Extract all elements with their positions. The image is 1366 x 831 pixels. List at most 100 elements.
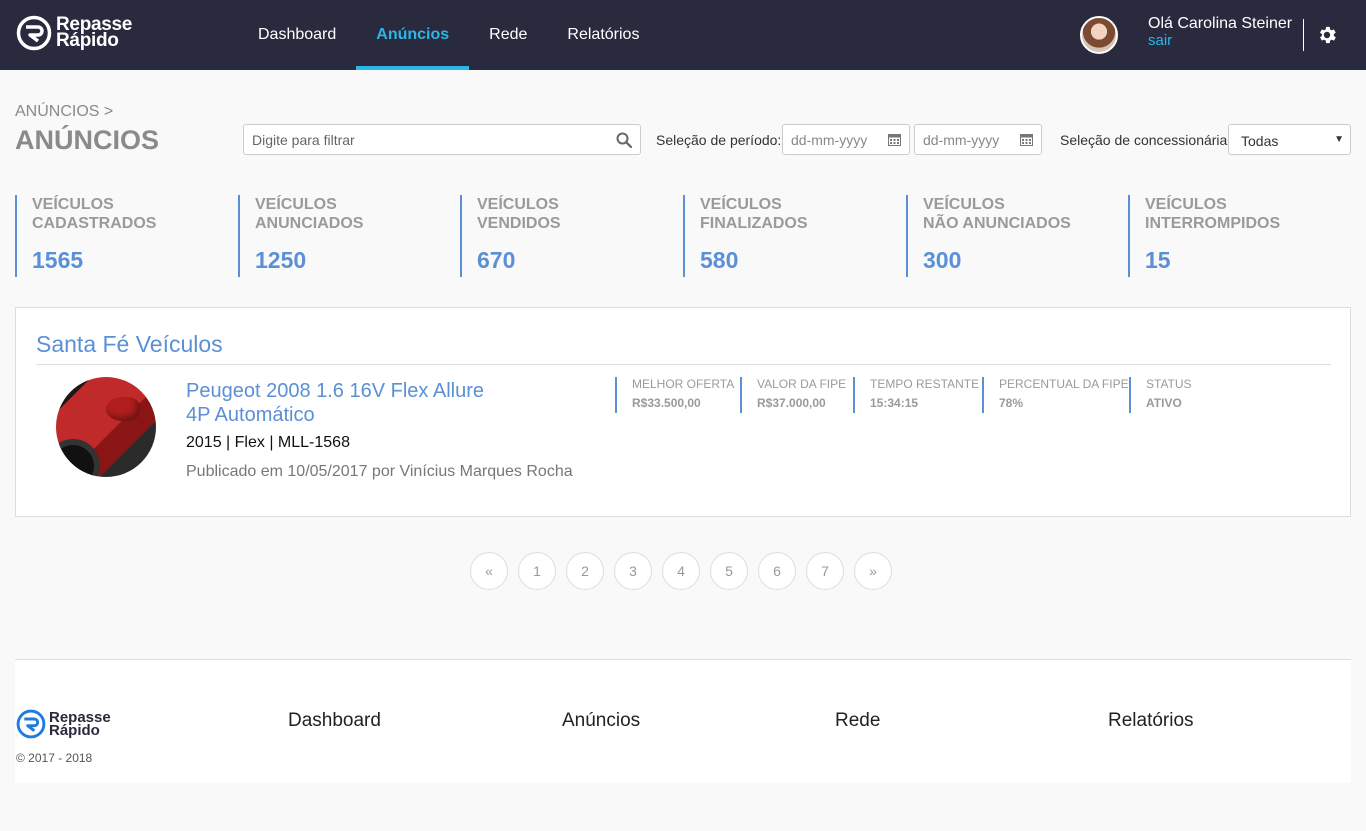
metric-value: R$37.000,00 (757, 396, 826, 410)
metric-valor-fipe: Valor da FIPE R$37.000,00 (740, 377, 846, 413)
stat-label: Veículos Cadastrados (32, 195, 215, 233)
search-input[interactable] (244, 125, 604, 154)
stat-label-line2: Cadastrados (32, 215, 157, 232)
stat-label-line1: Veículos (700, 196, 782, 213)
stat-cadastrados: Veículos Cadastrados 1565 (15, 195, 215, 277)
period-label: Seleção de período: (656, 132, 782, 148)
footer-logo[interactable]: Repasse Rápido (16, 709, 111, 739)
metric-label: Percentual da FIPE (999, 377, 1129, 391)
stat-vendidos: Veículos Vendidos 670 (460, 195, 660, 277)
stat-anunciados: Veículos Anunciados 1250 (238, 195, 438, 277)
copyright: © 2017 - 2018 (16, 751, 93, 765)
main-nav: Dashboard Anúncios Rede Relatórios (238, 0, 659, 70)
metric-melhor-oferta: Melhor oferta R$33.500,00 (615, 377, 734, 413)
listing-card: Santa Fé Veículos Peugeot 2008 1.6 16V F… (15, 307, 1351, 517)
logout-link[interactable]: sair (1148, 32, 1172, 49)
stat-interrompidos: Veículos Interrompidos 15 (1128, 195, 1328, 277)
stat-value: 580 (700, 247, 739, 273)
date-start-field (782, 124, 910, 155)
header-divider (1303, 19, 1304, 51)
footer-link-dashboard[interactable]: Dashboard (288, 710, 381, 732)
metric-label: Status (1146, 377, 1192, 391)
pagination-page-7[interactable]: 7 (806, 552, 844, 590)
stat-label: Veículos Interrompidos (1145, 195, 1328, 233)
logo-text: Repasse Rápido (56, 15, 132, 51)
stat-label-line2: Interrompidos (1145, 215, 1281, 232)
dealer-select[interactable]: Todas ▼ (1228, 124, 1351, 155)
card-divider (36, 364, 1331, 365)
stat-value: 670 (477, 247, 516, 273)
stat-label-line1: Veículos (255, 196, 337, 213)
stat-label-line1: Veículos (923, 196, 1005, 213)
stat-value: 15 (1145, 247, 1171, 273)
pagination-page-1[interactable]: 1 (518, 552, 556, 590)
stat-value: 300 (923, 247, 962, 273)
metric-tempo-restante: Tempo restante 15:34:15 (853, 377, 979, 413)
car-wheel (56, 439, 100, 477)
pagination-page-4[interactable]: 4 (662, 552, 700, 590)
date-end-input[interactable] (915, 125, 1015, 154)
nav-relatorios[interactable]: Relatórios (547, 0, 659, 70)
car-specs: 2015 | Flex | MLL-1568 (186, 434, 350, 451)
footer-link-anuncios[interactable]: Anúncios (562, 710, 640, 732)
nav-dashboard[interactable]: Dashboard (238, 0, 356, 70)
stat-label-line1: Veículos (1145, 196, 1227, 213)
page-title: ANÚNCIOS (15, 125, 160, 155)
logo-icon (16, 709, 46, 739)
footer-logo-text: Repasse Rápido (49, 710, 111, 738)
stat-nao-anunciados: Veículos Não Anunciados 300 (906, 195, 1106, 277)
metric-value: 15:34:15 (870, 396, 919, 410)
metric-label: Tempo restante (870, 377, 980, 391)
stat-label: Veículos Anunciados (255, 195, 438, 233)
dealer-name[interactable]: Santa Fé Veículos (36, 331, 223, 358)
pagination-next[interactable]: » (854, 552, 892, 590)
metric-label: Valor da FIPE (757, 377, 847, 391)
metric-status: Status ATIVO (1129, 377, 1192, 413)
pagination-page-6[interactable]: 6 (758, 552, 796, 590)
metric-value: ATIVO (1146, 396, 1182, 410)
stat-value: 1250 (255, 247, 307, 273)
car-mirror (106, 397, 140, 421)
calendar-icon[interactable] (888, 133, 901, 146)
footer-link-relatorios[interactable]: Relatórios (1108, 710, 1194, 732)
chevron-down-icon: ▼ (1334, 134, 1344, 145)
top-navbar: Repasse Rápido Dashboard Anúncios Rede R… (0, 0, 1366, 70)
stat-label-line2: Não Anunciados (923, 215, 1071, 232)
search-field (243, 124, 641, 155)
stat-label: Veículos Finalizados (700, 195, 883, 233)
pagination-page-5[interactable]: 5 (710, 552, 748, 590)
footer-link-rede[interactable]: Rede (835, 710, 880, 732)
car-photo[interactable] (56, 377, 156, 477)
nav-rede[interactable]: Rede (469, 0, 547, 70)
metric-value: 78% (999, 396, 1024, 410)
stat-label-line2: Vendidos (477, 215, 561, 232)
stat-label-line2: Finalizados (700, 215, 808, 232)
car-title[interactable]: Peugeot 2008 1.6 16V Flex Allure 4P Auto… (186, 379, 486, 427)
breadcrumb[interactable]: ANÚNCIOS > (15, 103, 113, 121)
pagination-prev[interactable]: « (470, 552, 508, 590)
pagination-page-3[interactable]: 3 (614, 552, 652, 590)
search-icon[interactable] (616, 132, 632, 148)
gear-icon[interactable] (1316, 24, 1338, 46)
logo-icon (16, 15, 52, 51)
nav-anuncios[interactable]: Anúncios (356, 0, 470, 70)
user-greeting: Olá Carolina Steiner (1148, 15, 1293, 32)
brand-logo[interactable]: Repasse Rápido (16, 15, 132, 51)
pagination-page-2[interactable]: 2 (566, 552, 604, 590)
metric-percentual-fipe: Percentual da FIPE 78% (982, 377, 1129, 413)
calendar-icon[interactable] (1020, 133, 1033, 146)
stat-label: Veículos Não Anunciados (923, 195, 1106, 233)
stat-label-line1: Veículos (32, 196, 114, 213)
avatar[interactable] (1080, 16, 1118, 54)
logo-line2: Rápido (56, 30, 119, 51)
stat-label-line1: Veículos (477, 196, 559, 213)
dealer-select-value: Todas (1241, 133, 1279, 149)
metric-label: Melhor oferta (632, 377, 735, 391)
metric-value: R$33.500,00 (632, 396, 701, 410)
car-published-info: Publicado em 10/05/2017 por Vinícius Mar… (186, 463, 573, 480)
date-start-input[interactable] (783, 125, 883, 154)
stat-label: Veículos Vendidos (477, 195, 660, 233)
date-end-field (914, 124, 1042, 155)
dealer-label: Seleção de concessionária: (1060, 132, 1232, 148)
stat-value: 1565 (32, 247, 84, 273)
